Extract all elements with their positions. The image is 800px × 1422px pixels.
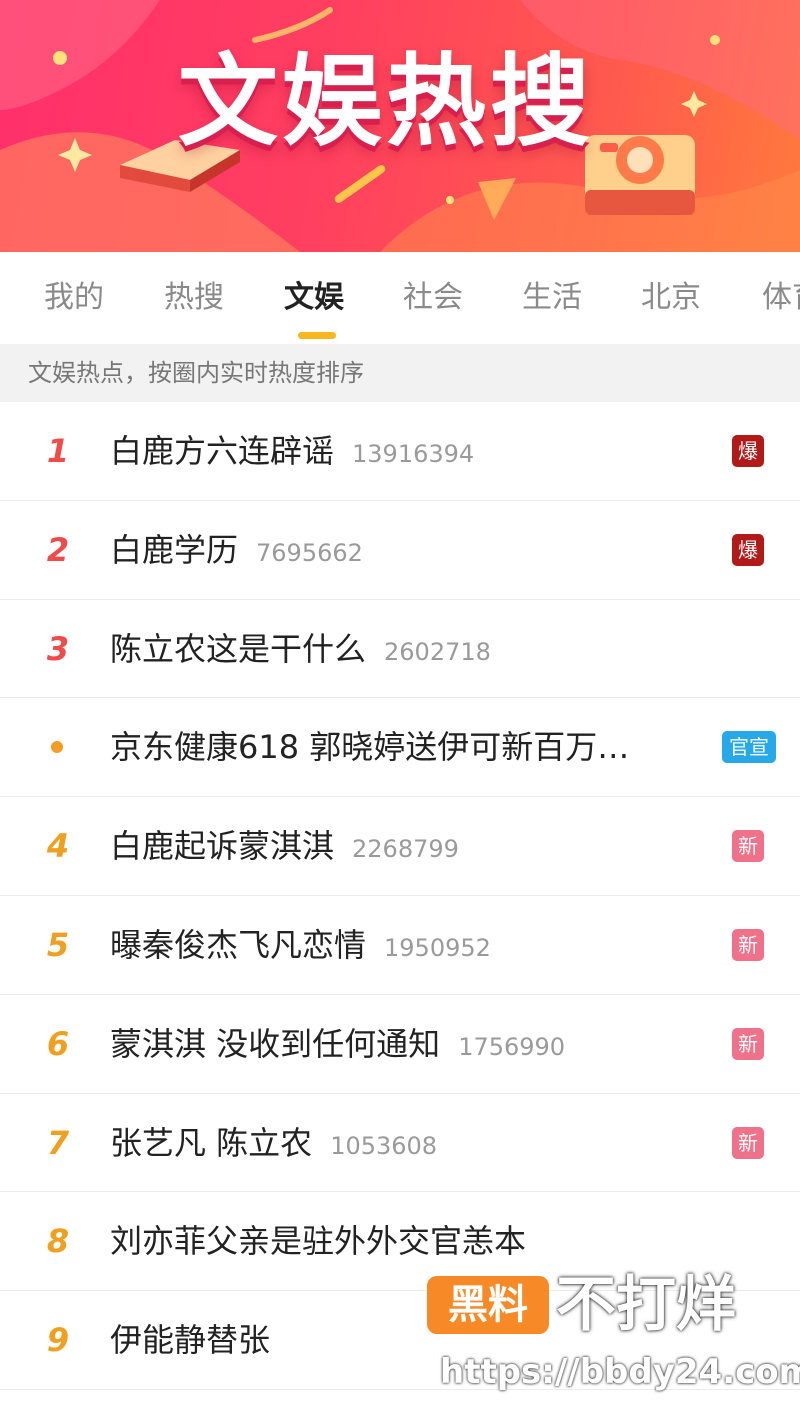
list-item[interactable]: 5 曝秦俊杰飞凡恋情 1950952 新 [0,895,800,995]
rank-number: 3 [46,629,70,668]
category-tabs: 我的 热搜 文娱 社会 生活 北京 体育 [0,252,800,344]
item-title: 蒙淇淇 没收到任何通知 [110,1024,441,1063]
rank-number: 8 [46,1222,70,1261]
item-title: 曝秦俊杰飞凡恋情 [110,925,367,964]
new-badge: 新 [732,928,764,961]
tab-life[interactable]: 生活 [522,278,582,318]
tab-mine[interactable]: 我的 [44,278,104,318]
rank-number: 4 [46,827,70,866]
rank-number: 5 [46,925,70,964]
item-title: 京东健康618 郭晓婷送伊可新百万… [110,728,630,767]
list-description: 文娱热点，按圈内实时热度排序 [0,344,800,402]
hot-search-list: 1 白鹿方六连辟谣 13916394 爆 2 白鹿学历 7695662 爆 3 陈立… [0,402,800,1390]
watermark-logo: 黑料 [427,1276,549,1334]
tab-entertainment[interactable]: 文娱 [284,278,344,318]
heat-count: 2268799 [352,835,459,864]
active-tab-indicator [298,332,336,339]
item-title: 白鹿起诉蒙淇淇 [110,827,335,866]
heat-count: 1756990 [458,1032,566,1061]
item-title: 张艺凡 陈立农 [110,1123,313,1162]
list-item-promoted[interactable]: 京东健康618 郭晓婷送伊可新百万… 官宣 [0,698,800,798]
watermark-text: 不打烊 [556,1270,736,1340]
rank-number: 6 [46,1024,70,1063]
banner: 文娱热搜 [0,0,800,252]
heat-count: 2602718 [384,637,491,666]
promoted-dot-icon [51,741,63,754]
tab-hot-search[interactable]: 热搜 [164,278,224,318]
watermark-url: https://bbdy24.com [440,1352,800,1392]
rank-number: 1 [46,432,70,470]
list-item[interactable]: 7 张艺凡 陈立农 1053608 新 [0,1093,800,1193]
hot-badge: 爆 [732,435,764,467]
list-item[interactable]: 4 白鹿起诉蒙淇淇 2268799 新 [0,797,800,896]
new-badge: 新 [732,1027,764,1060]
rank-number: 9 [46,1321,70,1360]
tab-sports[interactable]: 体育 [762,278,800,318]
official-badge: 官宣 [722,731,776,764]
list-item[interactable]: 3 陈立农这是干什么 2602718 [0,599,800,699]
heat-count: 7695662 [256,538,363,567]
hot-badge: 爆 [732,533,764,566]
list-item[interactable]: 6 蒙淇淇 没收到任何通知 1756990 新 [0,994,800,1094]
tab-society[interactable]: 社会 [403,278,463,318]
banner-title: 文娱热搜 [178,43,594,160]
item-title: 陈立农这是干什么 [110,629,367,668]
item-title: 刘亦菲父亲是驻外外交官恙本 [110,1222,527,1261]
heat-count: 1950952 [384,933,491,962]
new-badge: 新 [732,1126,764,1159]
camera-illustration [585,135,695,215]
rank-number: 7 [46,1123,70,1162]
item-title: 白鹿方六连辟谣 [110,432,335,470]
rank-number: 2 [46,530,70,569]
item-title: 白鹿学历 [110,530,239,569]
list-item[interactable]: 1 白鹿方六连辟谣 13916394 爆 [0,402,800,501]
new-badge: 新 [732,830,764,863]
heat-count: 1053608 [330,1131,438,1160]
heat-count: 13916394 [352,440,475,468]
item-title: 伊能静替张 [110,1321,271,1360]
list-item[interactable]: 2 白鹿学历 7695662 爆 [0,500,800,600]
tab-beijing[interactable]: 北京 [641,278,701,318]
